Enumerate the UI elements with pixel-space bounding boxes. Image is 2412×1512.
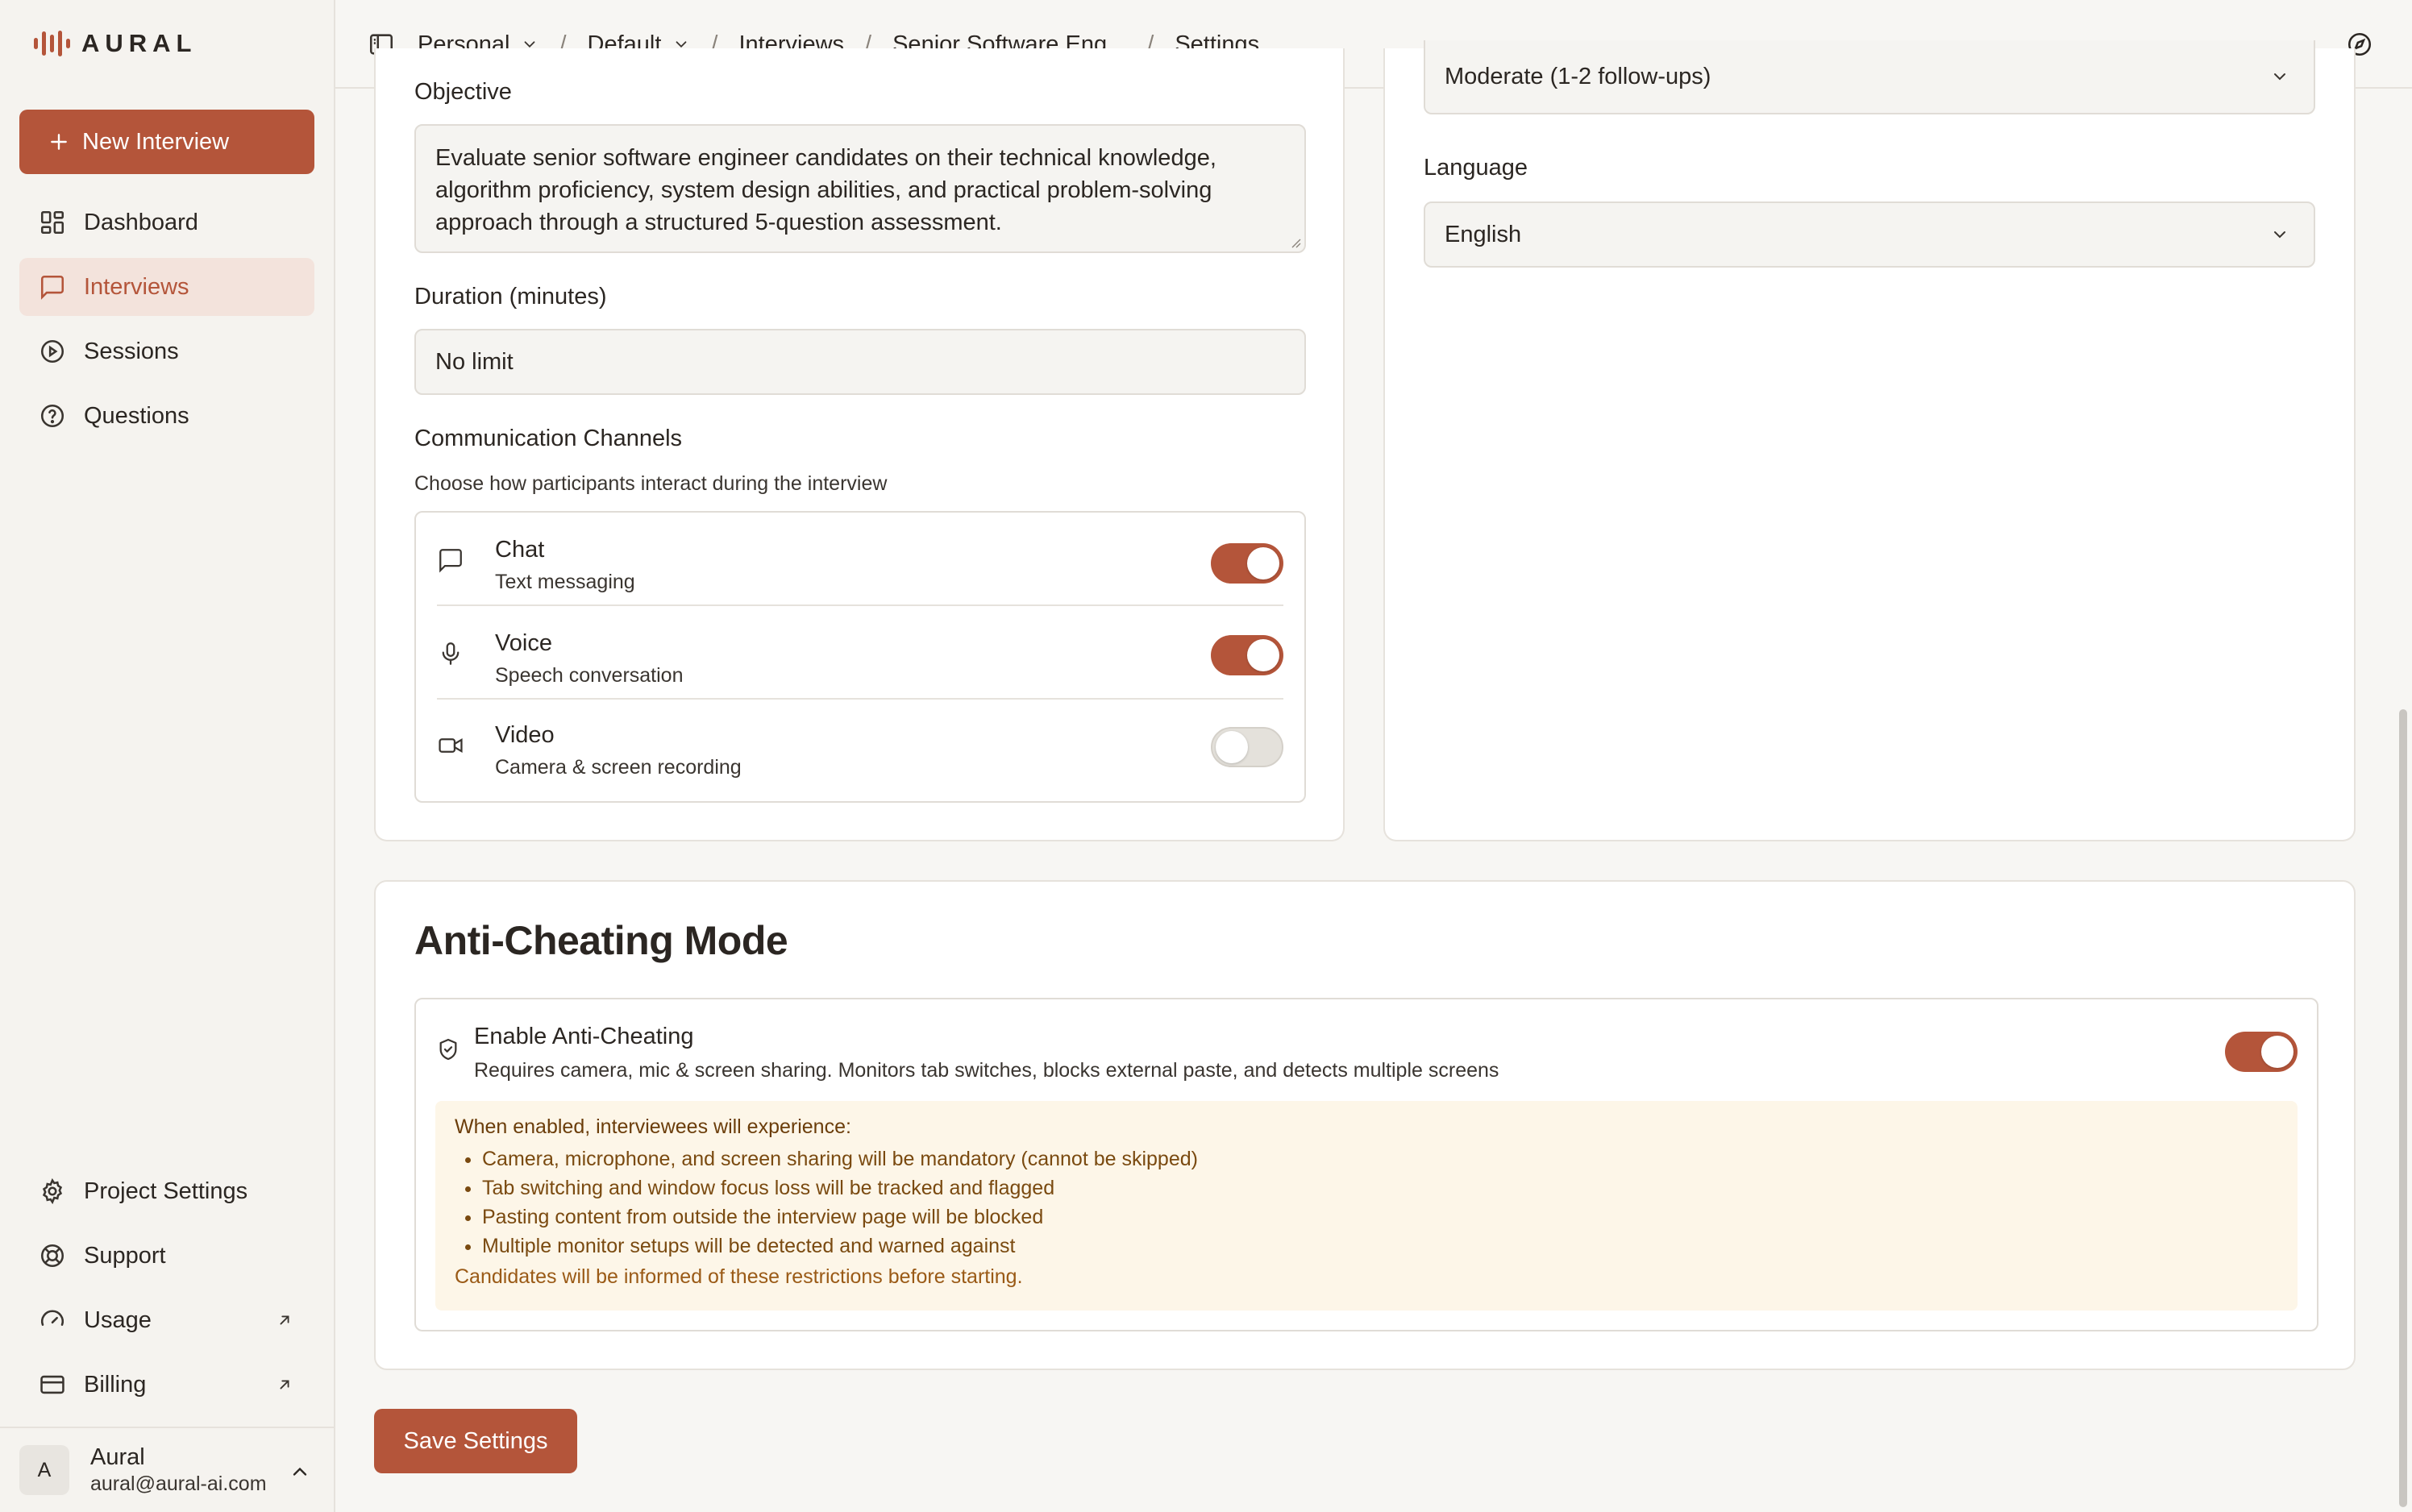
duration-input[interactable]: No limit [414,329,1306,395]
channel-title: Video [495,722,555,748]
sidebar-item-billing[interactable]: Billing [19,1356,314,1414]
play-circle-icon [40,339,64,363]
voice-toggle[interactable] [1211,635,1283,675]
page-scrollbar[interactable] [2399,709,2407,1507]
sidebar-item-label: Dashboard [84,209,198,235]
save-settings-button[interactable]: Save Settings [374,1409,577,1473]
sidebar-item-label: Billing [84,1371,147,1398]
credit-card-icon [40,1375,64,1394]
avatar: A [19,1445,69,1495]
sidebar: AURAL New Interview Dashboard Interviews… [0,0,335,1512]
sidebar-item-sessions[interactable]: Sessions [19,322,314,380]
message-icon [439,549,462,573]
notice-list: Camera, microphone, and screen sharing w… [482,1144,1198,1261]
objective-text: Evaluate senior software engineer candid… [435,145,1216,235]
followup-value: Moderate (1-2 follow-ups) [1445,63,1711,89]
sidebar-item-label: Project Settings [84,1178,248,1204]
channel-subtitle: Speech conversation [495,664,684,687]
chevron-down-icon [2274,73,2285,81]
user-menu[interactable]: A Aural aural@aural-ai.com [0,1427,334,1512]
anti-cheating-heading: Anti-Cheating Mode [414,918,788,963]
language-select[interactable]: English [1424,201,2315,268]
sidebar-item-label: Support [84,1242,166,1269]
followup-select[interactable]: Moderate (1-2 follow-ups) [1424,40,2315,114]
dashboard-icon [40,210,64,235]
channels-list: Chat Text messaging Voice Speech convers… [414,511,1306,803]
external-link-icon [280,1380,289,1389]
external-link-icon [280,1315,289,1325]
channel-video: Video Camera & screen recording [437,698,1283,790]
app-logo[interactable]: AURAL [34,29,198,58]
channel-voice: Voice Speech conversation [437,606,1283,698]
notice-item: Pasting content from outside the intervi… [482,1203,1198,1232]
user-name: Aural [90,1444,145,1470]
video-icon [439,737,463,754]
anti-cheating-description: Requires camera, mic & screen sharing. M… [474,1059,1499,1082]
sidebar-item-interviews[interactable]: Interviews [19,258,314,316]
gear-icon [42,1178,63,1205]
notice-footer: Candidates will be informed of these res… [455,1265,1023,1288]
language-label: Language [1424,155,1528,181]
chat-toggle[interactable] [1211,543,1283,584]
sidebar-item-support[interactable]: Support [19,1227,314,1285]
app-name: AURAL [81,29,198,57]
gauge-icon [41,1310,64,1326]
channel-chat: Chat Text messaging [437,513,1283,604]
channel-title: Voice [495,630,552,656]
sidebar-item-usage[interactable]: Usage [19,1291,314,1349]
new-interview-label: New Interview [82,128,230,155]
notice-item: Tab switching and window focus loss will… [482,1173,1198,1203]
anti-cheating-notice: When enabled, interviewees will experien… [435,1101,2298,1311]
waveform-logo-icon [34,31,70,56]
objective-label: Objective [414,79,512,105]
sidebar-item-label: Interviews [84,273,189,300]
chevron-up-icon [293,1467,307,1476]
duration-value: No limit [435,348,514,375]
lifebuoy-icon [40,1244,64,1268]
message-square-icon [40,275,64,300]
channel-subtitle: Camera & screen recording [495,756,742,779]
anti-cheating-card: Anti-Cheating Mode Enable Anti-Cheating … [374,880,2356,1370]
new-interview-button[interactable]: New Interview [19,110,314,174]
sidebar-item-label: Questions [84,402,189,429]
sidebar-item-label: Sessions [84,338,179,364]
anti-cheating-toggle[interactable] [2225,1032,2298,1072]
sidebar-item-dashboard[interactable]: Dashboard [19,193,314,251]
notice-title: When enabled, interviewees will experien… [455,1115,851,1138]
resize-handle-icon[interactable] [1288,235,1301,248]
notice-item: Camera, microphone, and screen sharing w… [482,1144,1198,1173]
channel-title: Chat [495,537,545,563]
video-toggle[interactable] [1211,727,1283,767]
sidebar-item-project-settings[interactable]: Project Settings [19,1162,314,1220]
channel-subtitle: Text messaging [495,571,635,593]
anti-cheating-panel: Enable Anti-Cheating Requires camera, mi… [414,998,2318,1331]
notice-item: Multiple monitor setups will be detected… [482,1232,1198,1261]
language-value: English [1445,221,1522,247]
channels-label: Communication Channels [414,426,683,451]
behavior-settings-card: Moderate (1-2 follow-ups) Language Engli… [1383,40,2356,841]
shield-check-icon [439,1038,457,1061]
channels-help: Choose how participants interact during … [414,472,888,495]
plus-icon [51,134,67,150]
chevron-down-icon [2274,231,2285,239]
objective-textarea[interactable]: Evaluate senior software engineer candid… [414,124,1306,253]
anti-cheating-title: Enable Anti-Cheating [474,1024,694,1049]
general-settings-card: Objective Evaluate senior software engin… [374,48,1345,841]
help-circle-icon [40,404,64,428]
mic-icon [442,642,460,665]
sidebar-item-questions[interactable]: Questions [19,387,314,445]
sidebar-item-label: Usage [84,1306,152,1333]
user-email: aural@aural-ai.com [90,1473,267,1495]
duration-label: Duration (minutes) [414,284,607,309]
